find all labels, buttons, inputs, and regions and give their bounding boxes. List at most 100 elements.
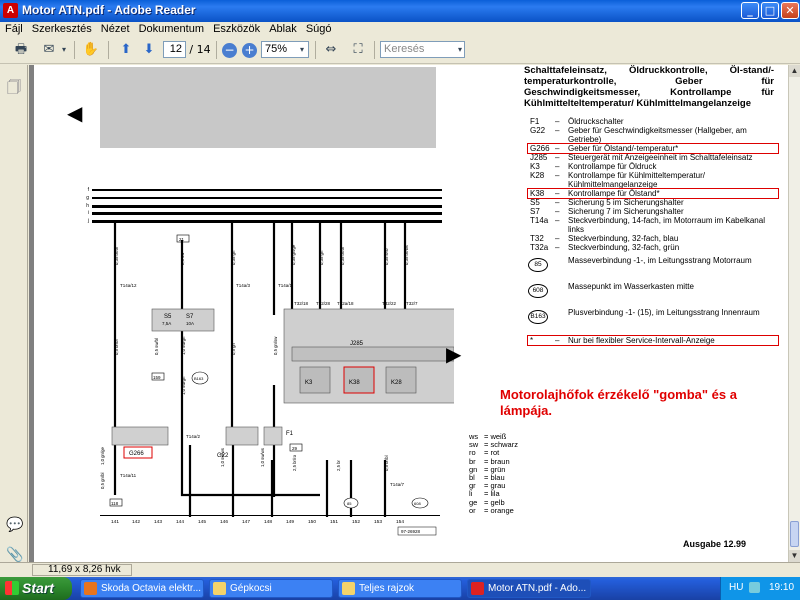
scroll-up-icon[interactable]: ▲: [789, 65, 800, 77]
vertical-scrollbar[interactable]: ▲ ▼: [788, 65, 800, 562]
color-code: ro = rot: [469, 448, 500, 458]
edition-label: Ausgabe 12.99: [683, 539, 747, 549]
hand-tool-icon[interactable]: ✋: [80, 40, 102, 60]
previous-page-arrow-icon[interactable]: ◀: [67, 101, 82, 125]
pdf-page: f g h i j J285 K3 K38 K28 S5 S7 7,5A 10A…: [34, 65, 788, 562]
menu-view[interactable]: Nézet: [96, 22, 130, 37]
fit-page-icon[interactable]: ⛶: [347, 40, 369, 60]
wire-label: 1,0 sw/ws: [220, 448, 225, 467]
component-label: K28: [391, 380, 402, 386]
minimize-button[interactable]: _: [741, 2, 759, 19]
print-icon[interactable]: 🖶: [10, 40, 32, 60]
search-input[interactable]: Keresés: [380, 41, 465, 58]
menu-help[interactable]: Súgó: [301, 22, 332, 37]
ground-point: 608: [414, 501, 421, 506]
zoom-in-icon[interactable]: +: [242, 43, 257, 58]
component-legend: F1– Öldruckschalter G22– Geber für Geschwi…: [527, 117, 779, 346]
next-page-icon[interactable]: ⬇: [139, 40, 159, 60]
wire-label: 2,5 sw: [180, 252, 185, 265]
legend-row: J285– Steuergerät mit Anzeigeeinheit im S…: [530, 153, 753, 162]
column-number: 154: [396, 519, 404, 525]
wire-color-codes: ws = weiß sw = schwarz ro = rot br = braun g…: [469, 432, 559, 515]
wire-label: 2,5 br: [336, 459, 341, 471]
ground-point: B163: [194, 376, 204, 381]
toolbar-separator: [108, 41, 109, 59]
bus-line: [92, 189, 442, 191]
clock[interactable]: 19:10: [769, 582, 794, 593]
close-button[interactable]: ✕: [781, 2, 799, 19]
taskbar-button[interactable]: Skoda Octavia elektr...: [80, 579, 204, 598]
start-button[interactable]: Start: [0, 577, 72, 600]
page-total: / 14: [189, 43, 211, 56]
prev-page-icon[interactable]: ⬆: [116, 40, 136, 60]
annotation-note: Motorolajhőfok érzékelő "gomba" és a lám…: [500, 387, 737, 418]
toolbar-separator: [374, 41, 375, 59]
taskbar: Start Skoda Octavia elektr... Gépkocsi T…: [0, 577, 800, 600]
adobe-reader-icon: A: [3, 3, 18, 18]
pages-icon[interactable]: 🗍: [6, 77, 22, 96]
document-viewport[interactable]: f g h i j J285 K3 K38 K28 S5 S7 7,5A 10A…: [29, 65, 788, 562]
folder-icon: [213, 582, 226, 595]
email-icon[interactable]: ✉: [38, 40, 60, 60]
color-code: gr = grau: [469, 481, 506, 491]
maximize-button[interactable]: □: [761, 2, 779, 19]
junction-box: 21: [179, 237, 185, 242]
windows-logo-icon: [5, 581, 19, 595]
component-label: G266: [129, 451, 144, 457]
component-label: S5: [164, 314, 172, 320]
fuse-rating: 10A: [186, 321, 194, 326]
taskbar-button-active[interactable]: Motor ATN.pdf - Ado...: [467, 579, 591, 598]
network-icon[interactable]: [749, 582, 760, 593]
junction-box: 29: [292, 446, 298, 451]
connector-label: T14a/1: [278, 283, 293, 288]
menu-document[interactable]: Dokumentum: [134, 22, 204, 37]
column-number: 148: [264, 519, 272, 525]
page-number-input[interactable]: 12: [163, 41, 186, 58]
wire-label: 0,35 li/ro: [384, 248, 389, 265]
navigation-panel: 🗍 💬 📎: [0, 65, 28, 563]
scroll-down-icon[interactable]: ▼: [789, 550, 800, 562]
column-number: 149: [286, 519, 294, 525]
bus-line: [92, 212, 442, 215]
page-heading: Schalttafeleinsatz, Öldruckkontrolle, Öl…: [524, 65, 774, 109]
fuse-rating: 7,5A: [162, 321, 171, 326]
column-number: 147: [242, 519, 250, 525]
menu-bar: Fájl Szerkesztés Nézet Dokumentum Eszköz…: [0, 22, 800, 37]
next-page-arrow-icon[interactable]: ▶: [446, 342, 461, 366]
toolbar-separator: [315, 41, 316, 59]
legend-row: T14a – Steckverbindung, 14-fach, im Motorr…: [530, 216, 765, 234]
connector-label: T14a/11: [120, 473, 137, 478]
chevron-down-icon[interactable]: ▾: [60, 40, 68, 60]
connector-label: T14a/12: [120, 283, 137, 288]
column-number: 152: [352, 519, 360, 525]
connector-label: T14a/7: [390, 482, 405, 487]
zoom-out-icon[interactable]: −: [222, 43, 237, 58]
footnote: * – Nur bei flexibler Service-Intervall-An…: [527, 335, 779, 346]
scroll-thumb[interactable]: [790, 521, 799, 547]
menu-file[interactable]: Fájl: [0, 22, 23, 37]
component-label: F1: [286, 431, 294, 437]
wiring-diagram: f g h i j J285 K3 K38 K28 S5 S7 7,5A 10A…: [86, 67, 454, 536]
component-label: K3: [305, 380, 313, 386]
toolbar-separator: [74, 41, 75, 59]
menu-tools[interactable]: Eszközök: [208, 22, 260, 37]
chevron-down-icon[interactable]: ▾: [455, 40, 465, 60]
fuse-holder: [151, 308, 215, 332]
color-code: li = lila: [469, 489, 500, 499]
comments-icon[interactable]: 💬: [6, 517, 23, 535]
wire-label: 0,5 sw/bl: [154, 338, 159, 355]
fit-width-icon[interactable]: ⇔: [320, 40, 342, 60]
language-indicator[interactable]: HU: [729, 582, 743, 593]
column-number: 146: [220, 519, 228, 525]
column-number: 153: [374, 519, 382, 525]
menu-window[interactable]: Ablak: [264, 22, 297, 37]
column-number: 151: [330, 519, 338, 525]
diagram-title-area: [100, 67, 436, 148]
menu-edit[interactable]: Szerkesztés: [27, 22, 92, 37]
taskbar-button[interactable]: Gépkocsi: [209, 579, 333, 598]
taskbar-button[interactable]: Teljes rajzok: [338, 579, 462, 598]
wire-label: 0,35 gn: [231, 250, 236, 265]
g266-sensor: [111, 426, 169, 446]
title-bar: A Motor ATN.pdf - Adobe Reader _ □ ✕: [0, 0, 800, 22]
chevron-down-icon[interactable]: ▾: [297, 40, 307, 60]
